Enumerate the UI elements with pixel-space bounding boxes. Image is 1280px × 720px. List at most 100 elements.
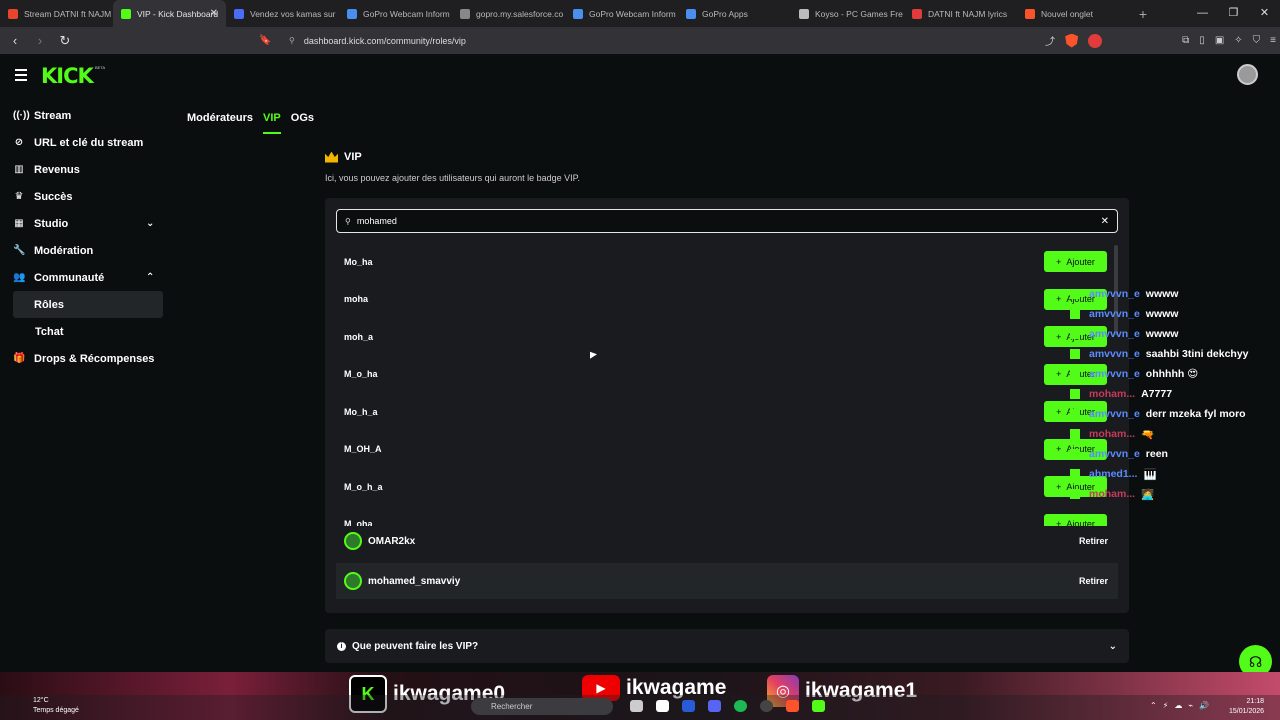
new-tab-icon[interactable]: + <box>1130 6 1156 22</box>
suggestion-row[interactable]: M_o_h_a + Ajouter <box>336 468 1118 506</box>
capcut-icon[interactable] <box>656 700 669 712</box>
chevron-up-icon[interactable]: ⌃ <box>146 272 154 283</box>
address-bar[interactable]: 🔖 ⚲ dashboard.kick.com/community/roles/v… <box>259 31 1014 50</box>
plus-icon: + <box>1056 369 1062 379</box>
sidebar-item-drops[interactable]: 🎁 Drops & Récompenses <box>0 345 172 372</box>
clear-icon[interactable]: ✕ <box>1101 216 1109 227</box>
system-tray[interactable]: ⌃⚡☁⌁🔊 <box>1150 701 1215 710</box>
clock-time: 21:18 <box>1246 698 1265 705</box>
sidebar-item-label: Rôles <box>34 298 64 311</box>
chevron-down-icon[interactable]: ⌄ <box>146 218 154 229</box>
tab-moderators[interactable]: Modérateurs <box>187 108 253 134</box>
browser-tab[interactable]: DATNI ft NAJM lyrics <box>904 0 1017 27</box>
back-icon[interactable]: ‹ <box>5 33 25 48</box>
suggestion-row[interactable]: M_OH_A + Ajouter <box>336 431 1118 469</box>
browser-tab[interactable]: VIP - Kick Dashboard ✕ <box>113 0 226 27</box>
leo-icon[interactable]: ✧ <box>1234 35 1242 46</box>
chat-text: 🔫 <box>1141 428 1155 441</box>
chat-message: ahmed1... 🎹 <box>1070 464 1280 484</box>
steam-icon[interactable] <box>760 700 773 712</box>
wallet-icon[interactable]: ▣ <box>1215 35 1224 46</box>
chat-text: derr mzeka fyl moro <box>1145 408 1246 420</box>
suggestion-row[interactable]: Mo_ha + Ajouter <box>336 243 1118 281</box>
sidebar-item-revenue[interactable]: ▥ Revenus <box>0 156 172 183</box>
suggestion-row[interactable]: moha + Ajouter <box>336 281 1118 319</box>
faq-accordion[interactable]: i Que peuvent faire les VIP? ⌄ <box>325 629 1129 663</box>
sidebar-item-stream[interactable]: ((·)) Stream <box>0 102 172 129</box>
rewards-icon[interactable] <box>1088 33 1103 48</box>
suggestion-username: M_o_h_a <box>344 481 383 492</box>
browser-tab[interactable]: Vendez vos kamas sur <box>226 0 339 27</box>
remove-button[interactable]: Retirer <box>1079 536 1108 546</box>
chat-username: amvvvn_e <box>1089 448 1140 460</box>
search-input[interactable]: ⚲ mohamed ✕ <box>336 209 1118 233</box>
browser-tab[interactable]: GoPro Webcam Inform <box>339 0 452 27</box>
role-tabs: Modérateurs VIP OGs <box>187 108 314 134</box>
brave-shield-icon[interactable] <box>1065 33 1079 48</box>
avatar <box>344 532 362 550</box>
browser-tab-title: Nouvel onglet <box>1041 8 1093 19</box>
sidebar-item-stream-key[interactable]: ⊘ URL et clé du stream <box>0 129 172 156</box>
suggestion-username: moh_a <box>344 331 374 342</box>
restore-icon[interactable]: ❐ <box>1218 0 1249 27</box>
kick-logo[interactable]: KICK <box>41 64 94 88</box>
browser-tab-title: GoPro Webcam Inform <box>363 8 450 19</box>
plus-icon: + <box>1056 331 1062 342</box>
weather-text: Temps dégagé <box>33 707 79 714</box>
clock[interactable]: 21:18 15/01/2026 <box>1229 697 1264 717</box>
chat-username: moham... <box>1089 388 1136 400</box>
browser-tab-title: DATNI ft NAJM lyrics <box>928 8 1008 19</box>
vpn-icon[interactable]: ⛉ <box>1253 35 1261 46</box>
close-tab-icon[interactable]: ✕ <box>210 8 218 19</box>
brave-icon[interactable] <box>786 700 799 712</box>
spotify-icon[interactable] <box>734 700 747 712</box>
chat-username: amvvvn_e <box>1089 328 1140 340</box>
sidebar-toggle-icon[interactable]: ▯ <box>1199 35 1205 46</box>
site-info-icon[interactable]: ⚲ <box>289 36 295 45</box>
browser-tab[interactable]: Nouvel onglet <box>1017 0 1130 27</box>
browser-tab[interactable]: GoPro Webcam Inform <box>565 0 678 27</box>
browser-tab[interactable]: gopro.my.salesforce.co <box>452 0 565 27</box>
gift-icon: 🎁 <box>13 353 26 364</box>
add-button[interactable]: + Ajouter <box>1044 251 1107 272</box>
avatar[interactable] <box>1237 64 1258 85</box>
close-window-icon[interactable]: ✕ <box>1249 0 1280 27</box>
sidebar-item-roles[interactable]: Rôles <box>13 291 163 318</box>
browser-tab[interactable]: Koyso - PC Games Fre <box>791 0 904 27</box>
tab-vip[interactable]: VIP <box>263 108 281 134</box>
forward-icon[interactable]: › <box>30 33 50 48</box>
sidebar-item-chat[interactable]: Tchat <box>0 318 172 345</box>
reload-icon[interactable]: ↻ <box>55 33 75 49</box>
chevron-down-icon[interactable]: ⌄ <box>1109 641 1117 652</box>
remove-button[interactable]: Retirer <box>1079 576 1108 586</box>
bookmark-icon[interactable]: 🔖 <box>259 35 273 46</box>
browser-tab[interactable]: Stream DATNI ft NAJM <box>0 0 113 27</box>
suggestion-row[interactable]: Mo_h_a + Ajouter <box>336 393 1118 431</box>
extensions-icon[interactable]: ⧉ <box>1182 35 1189 46</box>
tab-ogs[interactable]: OGs <box>291 108 314 134</box>
sidebar-item-achievements[interactable]: ♛ Succès <box>0 183 172 210</box>
share-icon[interactable]: ⤴ <box>1045 33 1055 48</box>
sidebar-item-moderation[interactable]: 🔧 Modération <box>0 237 172 264</box>
sidebar-item-community[interactable]: 👥 Communauté ⌃ <box>0 264 172 291</box>
favicon-icon <box>460 8 470 19</box>
weather-widget[interactable]: 12°C Temps dégagé <box>33 696 79 716</box>
page-description: Ici, vous pouvez ajouter des utilisateur… <box>325 173 580 183</box>
kick-app-icon[interactable] <box>812 700 825 712</box>
browser-tab[interactable]: GoPro Apps <box>678 0 791 27</box>
minimize-icon[interactable]: — <box>1187 0 1218 27</box>
hamburger-menu-icon[interactable] <box>15 69 27 84</box>
sidebar-item-studio[interactable]: ▦ Studio ⌄ <box>0 210 172 237</box>
discord-icon[interactable] <box>708 700 721 712</box>
sidebar-item-label: Modération <box>34 244 94 257</box>
favicon-icon <box>347 8 357 19</box>
suggestion-username: M_OH_A <box>344 444 382 455</box>
explorer-icon[interactable] <box>630 700 643 712</box>
menu-icon[interactable]: ≡ <box>1270 35 1276 46</box>
chat-username: moham... <box>1089 428 1136 440</box>
photoshop-icon[interactable] <box>682 700 695 712</box>
suggestion-row[interactable]: M_o_ha + Ajouter <box>336 356 1118 394</box>
taskbar-search[interactable]: Rechercher <box>471 698 613 715</box>
suggestion-row[interactable]: moh_a + Ajouter <box>336 318 1118 356</box>
chat-text: 🧑‍💻 <box>1141 488 1155 501</box>
